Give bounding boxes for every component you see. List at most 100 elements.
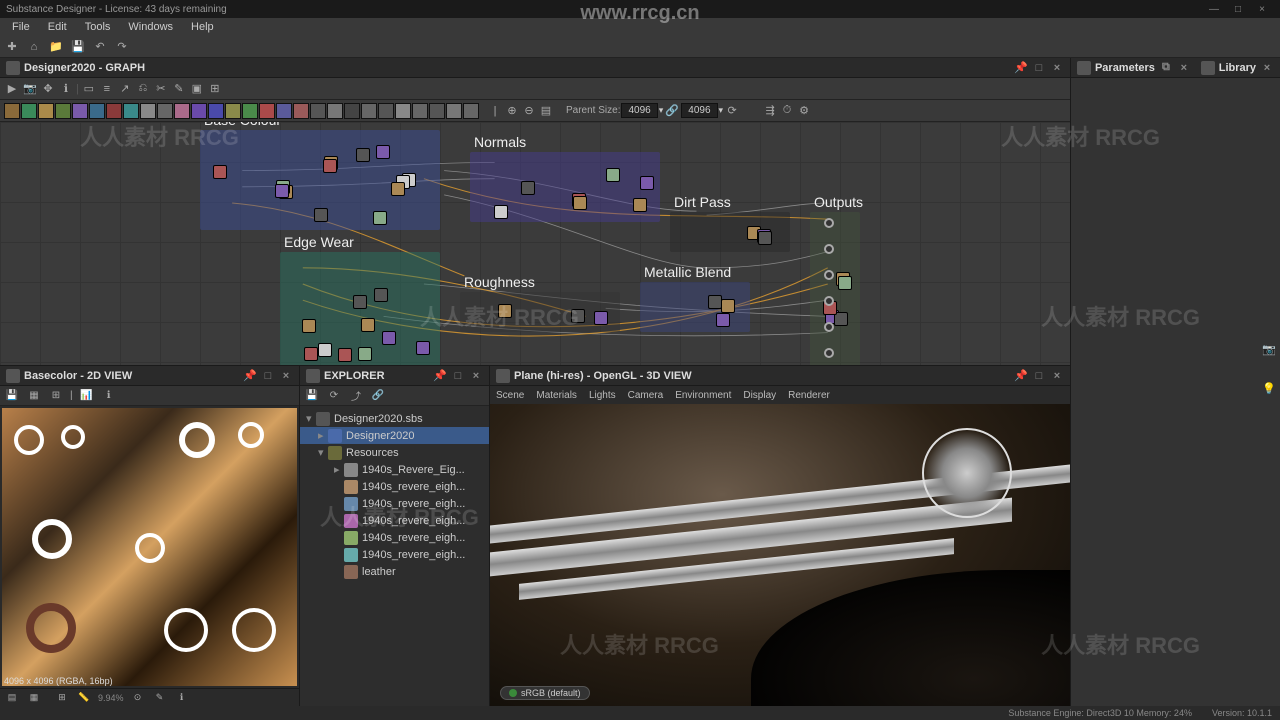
graph-node[interactable] — [275, 184, 289, 198]
graph-node[interactable] — [356, 148, 370, 162]
graph-node[interactable] — [416, 341, 430, 355]
graph-node[interactable] — [358, 347, 372, 361]
new-icon[interactable]: ✚ — [4, 39, 20, 55]
maximize-icon[interactable]: □ — [261, 369, 275, 383]
maximize-icon[interactable]: □ — [1032, 61, 1046, 75]
settings-icon[interactable]: ⚙ — [796, 103, 812, 119]
info-icon[interactable]: ℹ — [58, 81, 74, 97]
graph-frame[interactable]: Base Colour — [200, 130, 440, 230]
palette-node[interactable] — [225, 103, 241, 119]
grid-icon[interactable]: ⊞ — [207, 81, 223, 97]
palette-node[interactable] — [38, 103, 54, 119]
palette-node[interactable] — [157, 103, 173, 119]
open-icon[interactable]: 📁 — [48, 39, 64, 55]
menu-help[interactable]: Help — [183, 19, 222, 35]
palette-node[interactable] — [429, 103, 445, 119]
close-icon[interactable]: × — [469, 369, 483, 383]
palette-node[interactable] — [72, 103, 88, 119]
focus-icon[interactable]: ▣ — [189, 81, 205, 97]
picker-icon[interactable]: ✎ — [152, 690, 168, 706]
graph-node[interactable] — [361, 318, 375, 332]
output-node[interactable] — [824, 270, 834, 280]
graph-node[interactable] — [708, 295, 722, 309]
light-toggle-icon[interactable]: 💡 — [1262, 382, 1276, 395]
home-icon[interactable]: ⌂ — [26, 39, 42, 55]
close-icon[interactable]: × — [1050, 369, 1064, 383]
graph-node[interactable] — [716, 313, 730, 327]
output-node[interactable] — [824, 322, 834, 332]
graph-node[interactable] — [323, 159, 337, 173]
resource-item[interactable]: 1940s_revere_eigh... — [300, 478, 489, 495]
view2d-viewport[interactable]: 4096 x 4096 (RGBA, 16bp) — [0, 406, 299, 688]
palette-node[interactable] — [463, 103, 479, 119]
zoom-reset-icon[interactable]: ⊙ — [130, 690, 146, 706]
close-icon[interactable]: × — [279, 369, 293, 383]
parent-size-x[interactable]: 4096 — [621, 103, 657, 118]
colorspace-pill[interactable]: sRGB (default) — [500, 686, 590, 700]
graph-node[interactable] — [374, 288, 388, 302]
grid-toggle-icon[interactable]: ⊞ — [54, 690, 70, 706]
explorer-header[interactable]: EXPLORER 📌 □ × — [300, 366, 489, 386]
maximize-icon[interactable]: □ — [451, 369, 465, 383]
graph-node[interactable] — [498, 304, 512, 318]
resource-item[interactable]: 1940s_revere_eigh... — [300, 495, 489, 512]
pin-icon[interactable]: 📌 — [433, 369, 447, 383]
link-icon[interactable]: 🔗 — [370, 388, 386, 404]
palette-node[interactable] — [140, 103, 156, 119]
align-icon[interactable]: ≡ — [99, 81, 115, 97]
histogram-icon[interactable]: 📊 — [79, 388, 95, 404]
save-icon[interactable]: 💾 — [70, 39, 86, 55]
palette-node[interactable] — [276, 103, 292, 119]
palette-node[interactable] — [191, 103, 207, 119]
graph-node[interactable] — [382, 331, 396, 345]
graph-frame[interactable]: Roughness — [460, 292, 620, 332]
palette-node[interactable] — [55, 103, 71, 119]
parameters-body[interactable] — [1071, 78, 1280, 706]
maximize-icon[interactable]: □ — [1032, 369, 1046, 383]
palette-node[interactable] — [446, 103, 462, 119]
palette-node[interactable] — [293, 103, 309, 119]
graph-node[interactable] — [376, 145, 390, 159]
window-minimize-button[interactable]: — — [1202, 4, 1226, 15]
save-image-icon[interactable]: 💾 — [4, 388, 20, 404]
graph-node[interactable] — [633, 198, 647, 212]
camera-toggle-icon[interactable]: 📷 — [1262, 343, 1276, 356]
frame-icon[interactable]: ▭ — [81, 81, 97, 97]
graph-node[interactable] — [640, 176, 654, 190]
graph-canvas[interactable]: Base ColourNormalsDirt PassOutputsEdge W… — [0, 122, 1070, 365]
palette-node[interactable] — [344, 103, 360, 119]
menu-environment[interactable]: Environment — [675, 390, 731, 401]
graph-node[interactable] — [571, 309, 585, 323]
pin-icon[interactable]: 📌 — [243, 369, 257, 383]
palette-node[interactable] — [174, 103, 190, 119]
output-node[interactable] — [824, 296, 834, 306]
graph-frame[interactable]: Metallic Blend — [640, 282, 750, 332]
menu-windows[interactable]: Windows — [120, 19, 181, 35]
graph-node[interactable] — [304, 347, 318, 361]
pin-icon[interactable]: 📌 — [1014, 61, 1028, 75]
output-node[interactable] — [824, 218, 834, 228]
menu-lights[interactable]: Lights — [589, 390, 616, 401]
tree-resources[interactable]: ▾Resources — [300, 444, 489, 461]
explorer-tree[interactable]: ▾Designer2020.sbs ▸Designer2020 ▾Resourc… — [300, 406, 489, 706]
edit-icon[interactable]: ✎ — [171, 81, 187, 97]
palette-node[interactable] — [4, 103, 20, 119]
menu-file[interactable]: File — [4, 19, 38, 35]
camera-icon[interactable]: 📷 — [22, 81, 38, 97]
arrow-icon[interactable]: ↗ — [117, 81, 133, 97]
menu-edit[interactable]: Edit — [40, 19, 75, 35]
palette-node[interactable] — [242, 103, 258, 119]
timing-icon[interactable]: ⏱ — [779, 103, 795, 119]
resource-item[interactable]: 1940s_revere_eigh... — [300, 529, 489, 546]
link-icon[interactable]: ⎌ — [135, 81, 151, 97]
palette-node[interactable] — [395, 103, 411, 119]
close-icon[interactable]: × — [1260, 61, 1274, 75]
compass-icon[interactable]: ✥ — [40, 81, 56, 97]
menu-renderer[interactable]: Renderer — [788, 390, 830, 401]
palette-node[interactable] — [412, 103, 428, 119]
popout-icon[interactable]: ⧉ — [1159, 61, 1173, 75]
resource-item[interactable]: ▸1940s_Revere_Eig... — [300, 461, 489, 478]
graph-frame[interactable]: Edge Wear — [280, 252, 440, 365]
view3d-header[interactable]: Plane (hi-res) - OpenGL - 3D VIEW 📌 □ × — [490, 366, 1070, 386]
close-icon[interactable]: × — [1177, 61, 1191, 75]
